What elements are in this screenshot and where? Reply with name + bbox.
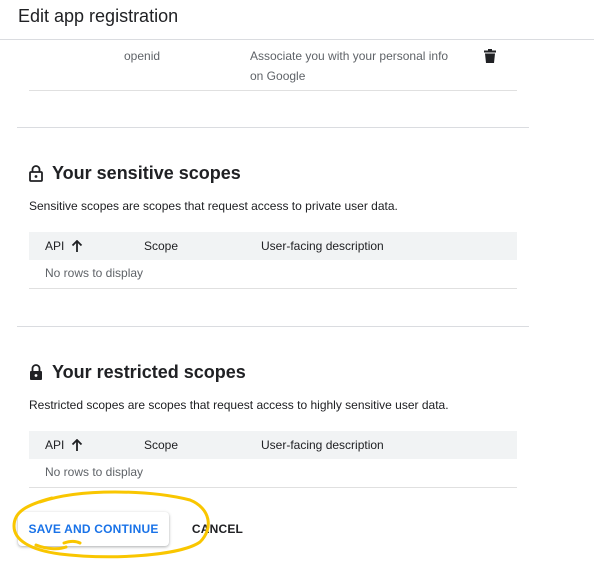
lock-open-icon — [29, 165, 45, 183]
column-header-api[interactable]: API — [45, 437, 83, 453]
section-title-text: Your restricted scopes — [52, 362, 246, 382]
column-label: API — [45, 438, 65, 452]
section-title-text: Your sensitive scopes — [52, 163, 241, 183]
delete-scope-button[interactable] — [480, 46, 500, 66]
page-header: Edit app registration — [0, 0, 594, 40]
section-description: Sensitive scopes are scopes that request… — [29, 199, 398, 213]
column-header-scope: Scope — [144, 438, 179, 452]
column-header-api[interactable]: API — [45, 238, 83, 254]
trash-icon — [484, 49, 496, 63]
page-title: Edit app registration — [18, 6, 179, 26]
arrow-up-icon — [71, 239, 83, 253]
save-and-continue-button[interactable]: SAVE AND CONTINUE — [18, 512, 169, 546]
empty-message: No rows to display — [45, 465, 144, 479]
scope-cell: openid — [124, 49, 161, 63]
column-header-description: User-facing description — [261, 239, 384, 253]
section-divider — [17, 326, 529, 327]
table-row: openid Associate you with your personal … — [29, 40, 517, 91]
column-header-scope: Scope — [144, 239, 179, 253]
table-header: API Scope User-facing description — [29, 232, 517, 260]
empty-table-row: No rows to display — [29, 459, 517, 488]
cancel-button[interactable]: CANCEL — [185, 512, 250, 546]
empty-table-row: No rows to display — [29, 260, 517, 289]
column-header-description: User-facing description — [261, 438, 384, 452]
description-cell: Associate you with your personal info on… — [250, 49, 449, 83]
restricted-section-title: Your restricted scopes — [29, 362, 246, 383]
empty-message: No rows to display — [45, 266, 144, 280]
lock-icon — [29, 364, 45, 382]
arrow-up-icon — [71, 438, 83, 452]
section-description: Restricted scopes are scopes that reques… — [29, 398, 449, 412]
sensitive-section-title: Your sensitive scopes — [29, 163, 241, 184]
section-divider — [17, 127, 529, 128]
table-header: API Scope User-facing description — [29, 431, 517, 459]
column-label: API — [45, 239, 65, 253]
